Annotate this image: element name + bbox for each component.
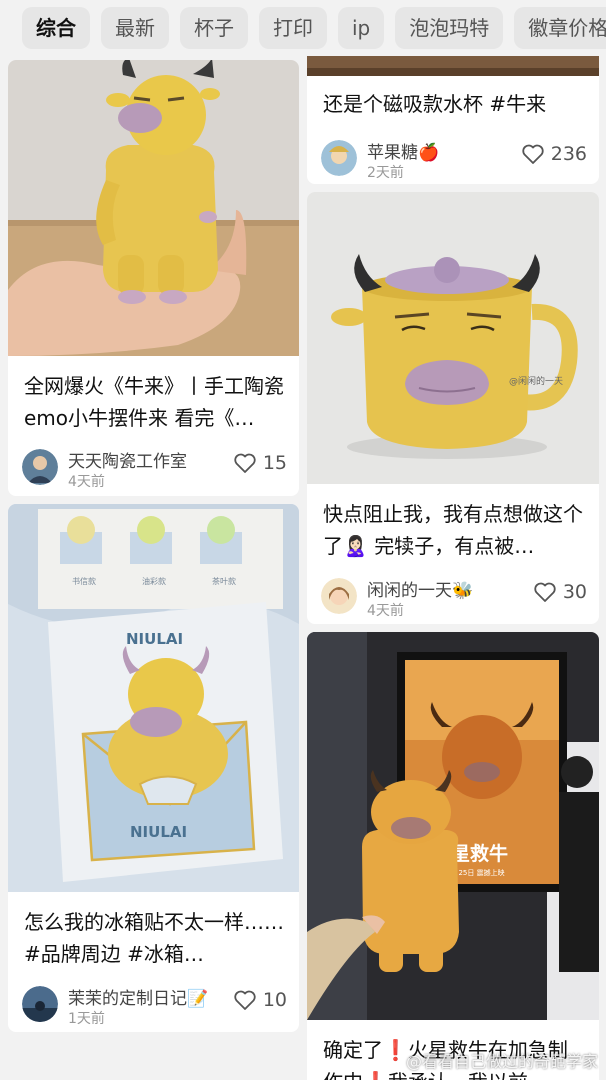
variant-label: 茶叶款	[212, 576, 236, 586]
post-image[interactable]	[8, 60, 299, 356]
post-time: 4天前	[68, 474, 105, 490]
post-title: 还是个磁吸款水杯 #牛来	[323, 92, 547, 116]
post-meta: 天天陶瓷工作室 4天前 15	[22, 447, 287, 490]
post-meta: 闲闲的一天🐝 4天前 30	[321, 576, 587, 619]
like-count: 236	[550, 143, 587, 165]
tab-ip[interactable]: ip	[338, 7, 385, 49]
author-name[interactable]: 闲闲的一天🐝	[367, 576, 473, 601]
author-name[interactable]: 苹果糖🍎	[367, 138, 439, 163]
tab-print[interactable]: 打印	[259, 7, 327, 49]
post-card[interactable]: 火星救牛 2月25日 震撼上映 确定了❗️火星救牛在加急制作中❗️我承认，我以前…	[307, 632, 599, 1080]
like-button[interactable]: 30	[533, 581, 587, 603]
avatar[interactable]	[321, 140, 357, 176]
post-title: 怎么我的冰箱贴不太一样……#品牌周边 #冰箱…	[24, 910, 284, 966]
site-watermark: @看看自己做过的奇葩学家	[405, 1052, 598, 1071]
tab-all[interactable]: 综合	[22, 7, 90, 49]
post-time: 2天前	[367, 165, 404, 181]
like-button[interactable]: 10	[233, 989, 287, 1011]
tab-popmart[interactable]: 泡泡玛特	[395, 7, 504, 49]
post-meta: 苹果糖🍎 2天前 236	[321, 138, 587, 181]
like-count: 30	[562, 581, 587, 603]
like-count: 15	[262, 452, 287, 474]
like-button[interactable]: 15	[233, 452, 287, 474]
category-tabs: 综合 最新 杯子 打印 ip 泡泡玛特 徽章价格	[0, 0, 606, 56]
post-time: 1天前	[68, 1011, 105, 1027]
heart-icon	[534, 582, 556, 602]
post-meta: 茉茉的定制日记📝 1天前 10	[22, 984, 287, 1027]
post-card[interactable]: 全网爆火《牛来》丨手工陶瓷emo小牛摆件来 看完《… 天天陶瓷工作室 4天前 1…	[8, 60, 299, 496]
post-title: 全网爆火《牛来》丨手工陶瓷emo小牛摆件来 看完《…	[24, 374, 284, 430]
avatar[interactable]	[22, 986, 58, 1022]
post-card[interactable]: @闲闲的一天 快点阻止我，我有点想做这个了🙎🏻‍♀️ 完犊子，有点被… 闲闲的一…	[307, 192, 599, 624]
post-card[interactable]: 书信款 油彩款 茶叶款 NIULAI NIULAI 怎么我的冰箱贴不太一样……#…	[8, 504, 299, 1032]
heart-icon	[234, 453, 256, 473]
image-watermark: @闲闲的一天	[509, 375, 563, 387]
post-image[interactable]: @闲闲的一天	[307, 192, 599, 484]
heart-icon	[234, 990, 256, 1010]
author-name[interactable]: 茉茉的定制日记📝	[68, 984, 208, 1009]
post-time: 4天前	[367, 603, 404, 619]
variant-label: 书信款	[72, 576, 96, 586]
post-title: 快点阻止我，我有点想做这个了🙎🏻‍♀️ 完犊子，有点被…	[323, 502, 583, 558]
brand-text: NIULAI	[130, 823, 187, 841]
variant-label: 油彩款	[142, 576, 166, 586]
brand-text: NIULAI	[126, 630, 183, 648]
tab-badge-price[interactable]: 徽章价格	[514, 7, 606, 49]
like-button[interactable]: 236	[521, 143, 587, 165]
post-image[interactable]	[307, 56, 599, 76]
like-count: 10	[262, 989, 287, 1011]
post-image[interactable]: 书信款 油彩款 茶叶款 NIULAI NIULAI	[8, 504, 299, 892]
post-card[interactable]: 还是个磁吸款水杯 #牛来 苹果糖🍎 2天前 236	[307, 56, 599, 184]
heart-icon	[522, 144, 544, 164]
author-name[interactable]: 天天陶瓷工作室	[68, 447, 187, 472]
avatar[interactable]	[321, 578, 357, 614]
post-image[interactable]: 火星救牛 2月25日 震撼上映	[307, 632, 599, 1020]
tab-cups[interactable]: 杯子	[180, 7, 248, 49]
tab-latest[interactable]: 最新	[101, 7, 169, 49]
avatar[interactable]	[22, 449, 58, 485]
